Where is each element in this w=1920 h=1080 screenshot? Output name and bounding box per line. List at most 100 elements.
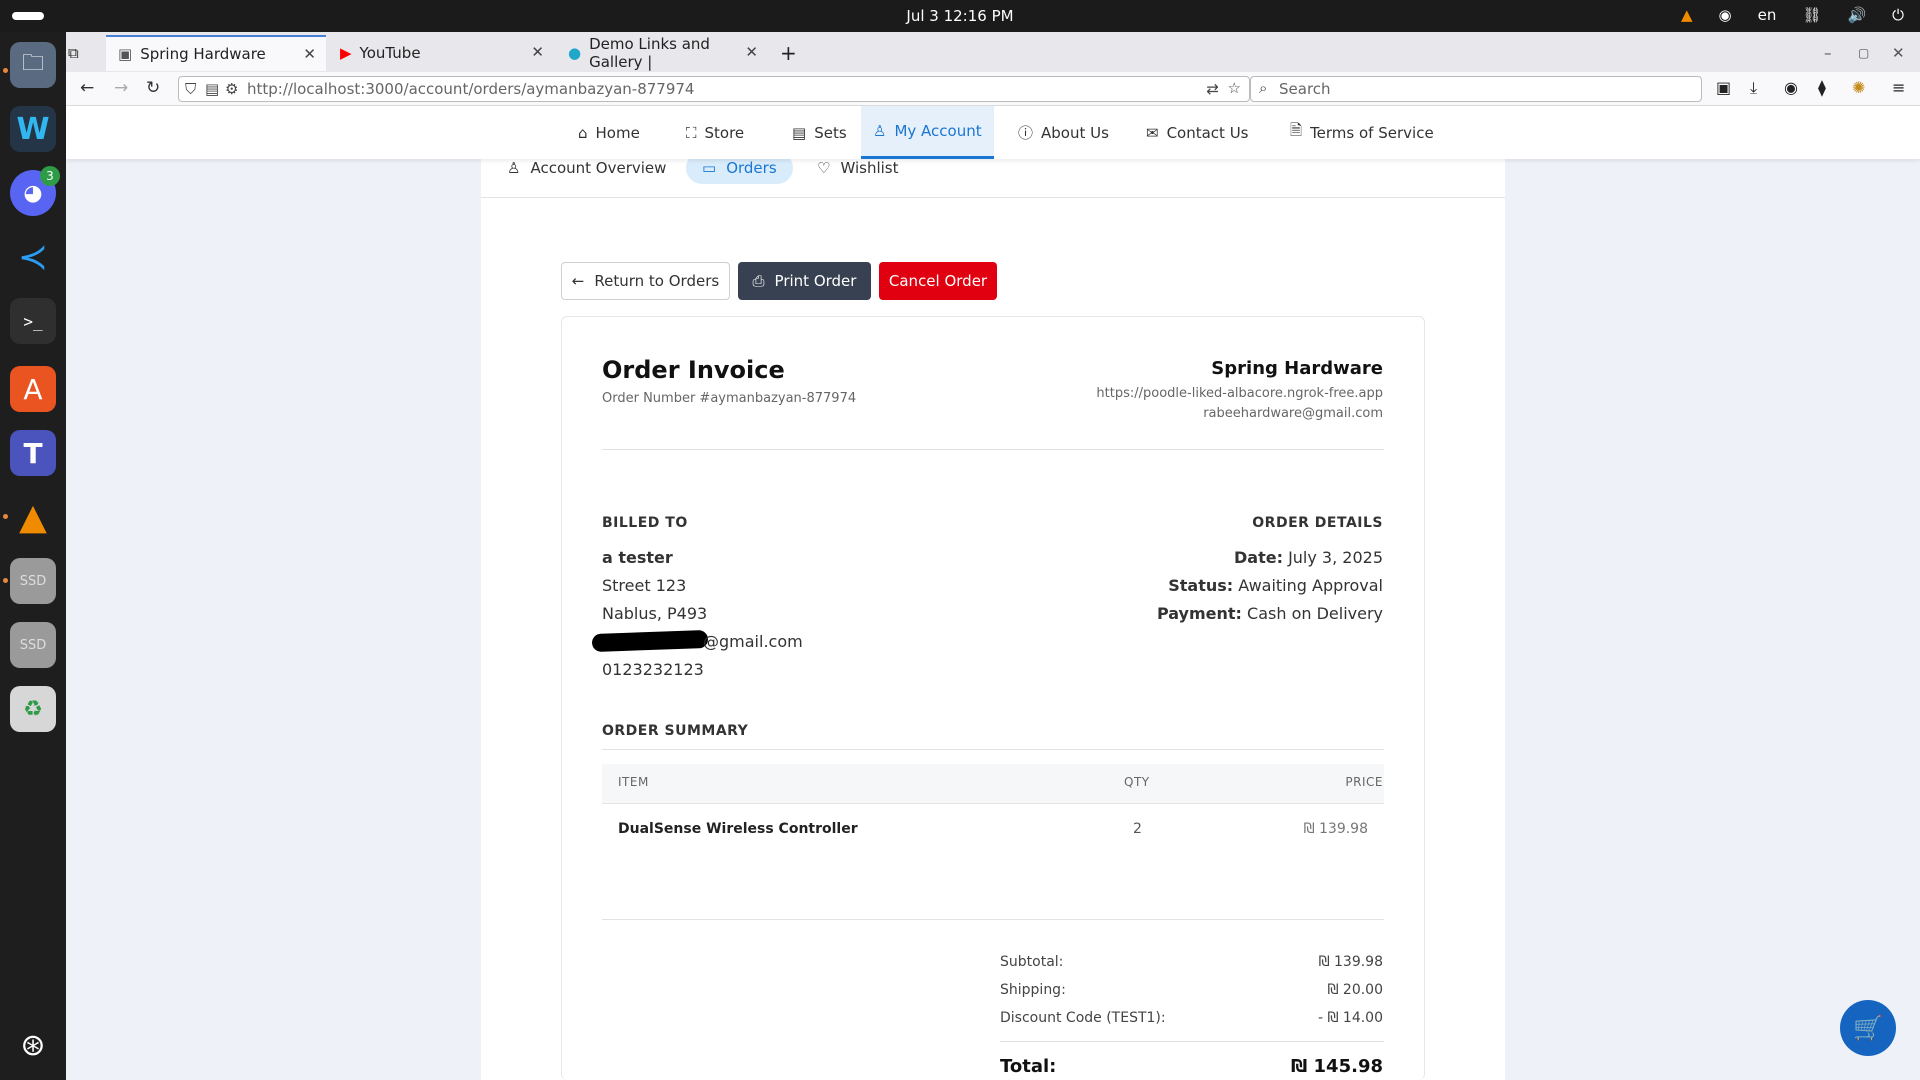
site-navbar: ⌂ Home ⛶ Store ▤ Sets ♙ My Account ⓘ About Us…: [66, 106, 1920, 159]
nav-label: My Account: [894, 122, 982, 140]
dock: 🗀 W ◕ 3 ≺ >_ A T ▲ SSD SSD ♻ ⊛: [0, 32, 66, 1080]
nav-my-account[interactable]: ♙ My Account: [861, 106, 994, 159]
bookmark-star-icon[interactable]: ☆: [1228, 79, 1241, 97]
print-order-button[interactable]: ⎙ Print Order: [738, 262, 871, 300]
search-placeholder: Search: [1279, 80, 1331, 98]
minimize-icon[interactable]: –: [1824, 35, 1832, 71]
payment-label: Payment:: [1156, 604, 1242, 623]
terminal-icon[interactable]: >_: [10, 298, 56, 344]
search-input[interactable]: ⌕ Search: [1250, 76, 1702, 102]
nav-label: Contact Us: [1166, 123, 1249, 142]
extension-icon[interactable]: ✺: [1852, 78, 1865, 97]
menu-icon[interactable]: ≡: [1892, 78, 1905, 97]
nav-contact-us[interactable]: ✉ Contact Us: [1134, 106, 1261, 159]
url-bar[interactable]: ⛉ ▤ ⚙ http://localhost:3000/account/orde…: [178, 76, 1250, 102]
list-icon: ▤: [792, 123, 807, 142]
sidebar-icon[interactable]: ▣: [1716, 78, 1731, 97]
billed-city: Nablus, P493: [602, 604, 708, 623]
notification-badge: 3: [40, 166, 60, 186]
button-label: Print Order: [774, 272, 857, 290]
windsurf-icon[interactable]: W: [10, 106, 56, 152]
running-indicator: [3, 578, 8, 583]
nav-label: Store: [704, 123, 745, 142]
network-icon[interactable]: ⛓: [1802, 6, 1821, 24]
back-icon[interactable]: ←: [80, 78, 94, 98]
nav-store[interactable]: ⛶ Store: [674, 106, 756, 159]
close-icon[interactable]: ✕: [745, 43, 758, 61]
downloads-icon[interactable]: ⤓: [1750, 78, 1757, 98]
discord-tray-icon[interactable]: ◉: [1719, 6, 1732, 24]
invoice-title: Order Invoice: [602, 356, 785, 384]
cancel-order-button[interactable]: Cancel Order: [879, 262, 997, 300]
translate-icon[interactable]: ⇄: [1206, 80, 1219, 98]
language-indicator[interactable]: en: [1758, 6, 1777, 24]
nav-home[interactable]: ⌂ Home: [566, 106, 652, 159]
order-details-heading: ORDER DETAILS: [1252, 515, 1383, 531]
tab-youtube[interactable]: ▶ YouTube ✕: [328, 35, 554, 71]
tab-label: Account Overview: [530, 159, 667, 177]
billed-email: @gmail.com: [703, 632, 803, 651]
teams-icon[interactable]: T: [10, 430, 56, 476]
power-icon[interactable]: ⏻: [1892, 6, 1904, 24]
extensions-icon[interactable]: ⧫: [1818, 78, 1826, 97]
nav-terms[interactable]: 🗎 Terms of Service: [1278, 106, 1446, 159]
reload-icon[interactable]: ↻: [146, 78, 160, 98]
return-to-orders-button[interactable]: ← Return to Orders: [561, 262, 730, 300]
trash-icon[interactable]: ♻: [10, 686, 56, 732]
order-payment-row: Payment: Cash on Delivery: [1157, 604, 1383, 623]
page-info-icon: ▤: [205, 80, 220, 98]
new-tab-button[interactable]: +: [780, 35, 810, 71]
running-indicator: [3, 514, 8, 519]
system-tray[interactable]: ▲ ◉ en ⛓ 🔊 ⏻: [1681, 6, 1904, 24]
divider: [602, 749, 1384, 750]
ssd-drive-icon[interactable]: SSD: [10, 622, 56, 668]
files-icon[interactable]: 🗀: [10, 42, 56, 88]
page-icon: ▣: [118, 45, 133, 63]
account-icon[interactable]: ◉: [1784, 78, 1798, 97]
home-icon: ⌂: [578, 123, 588, 142]
payment-value: Cash on Delivery: [1247, 604, 1383, 623]
vlc-icon[interactable]: ▲: [10, 494, 56, 540]
nav-label: Sets: [814, 123, 847, 142]
vscode-icon[interactable]: ≺: [10, 234, 56, 280]
nav-label: Terms of Service: [1310, 123, 1434, 142]
tab-spring-hardware[interactable]: ▣ Spring Hardware ✕: [106, 35, 326, 71]
divider: [602, 919, 1384, 920]
volume-icon[interactable]: 🔊: [1847, 6, 1866, 24]
date-value: July 3, 2025: [1288, 548, 1383, 567]
heart-icon: ♡: [817, 159, 831, 177]
user-icon: ♙: [507, 159, 521, 177]
close-icon[interactable]: ✕: [531, 43, 544, 61]
shield-icon[interactable]: ⛉: [185, 80, 196, 98]
search-icon: ⌕: [1259, 79, 1268, 97]
close-icon[interactable]: ✕: [303, 45, 316, 63]
column-qty: QTY: [1124, 775, 1150, 789]
url-text: http://localhost:3000/account/orders/aym…: [247, 80, 695, 98]
discord-icon[interactable]: ◕ 3: [10, 166, 60, 216]
vlc-tray-icon[interactable]: ▲: [1681, 6, 1693, 24]
nav-about-us[interactable]: ⓘ About Us: [1006, 106, 1121, 159]
nav-label: About Us: [1041, 123, 1109, 142]
tab-demo-links[interactable]: ● Demo Links and Gallery | ✕: [556, 35, 768, 71]
ssd-drive-icon[interactable]: SSD: [10, 558, 56, 604]
permissions-icon[interactable]: ⚙: [225, 80, 238, 98]
nav-sets[interactable]: ▤ Sets: [780, 106, 859, 159]
show-apps-icon[interactable]: ⊛: [10, 1022, 56, 1068]
browser-toolbar: ← → ↻ ⛉ ▤ ⚙ http://localhost:3000/accoun…: [66, 72, 1920, 106]
maximize-icon[interactable]: ▢: [1858, 35, 1869, 71]
discount-label: Discount Code (TEST1):: [1000, 1010, 1166, 1026]
cart-icon: 🛒: [1853, 1014, 1883, 1042]
forward-icon[interactable]: →: [114, 78, 128, 98]
browser-tab-strip: ⧉ ▣ Spring Hardware ✕ ▶ YouTube ✕ ● Demo…: [66, 32, 1920, 72]
app-center-icon[interactable]: A: [10, 366, 56, 412]
date-label: Date:: [1233, 548, 1283, 567]
system-top-bar: Jul 3 12:16 PM ▲ ◉ en ⛓ 🔊 ⏻: [0, 0, 1920, 32]
system-clock[interactable]: Jul 3 12:16 PM: [0, 7, 1920, 25]
table-header: [602, 764, 1384, 804]
order-date-row: Date: July 3, 2025: [1234, 548, 1383, 567]
tab-label: Orders: [726, 159, 777, 177]
orders-icon: ▭: [702, 159, 717, 177]
window-close-icon[interactable]: ✕: [1892, 35, 1905, 71]
cart-button[interactable]: 🛒: [1840, 1000, 1896, 1056]
tab-list-icon[interactable]: ⧉: [68, 35, 98, 71]
